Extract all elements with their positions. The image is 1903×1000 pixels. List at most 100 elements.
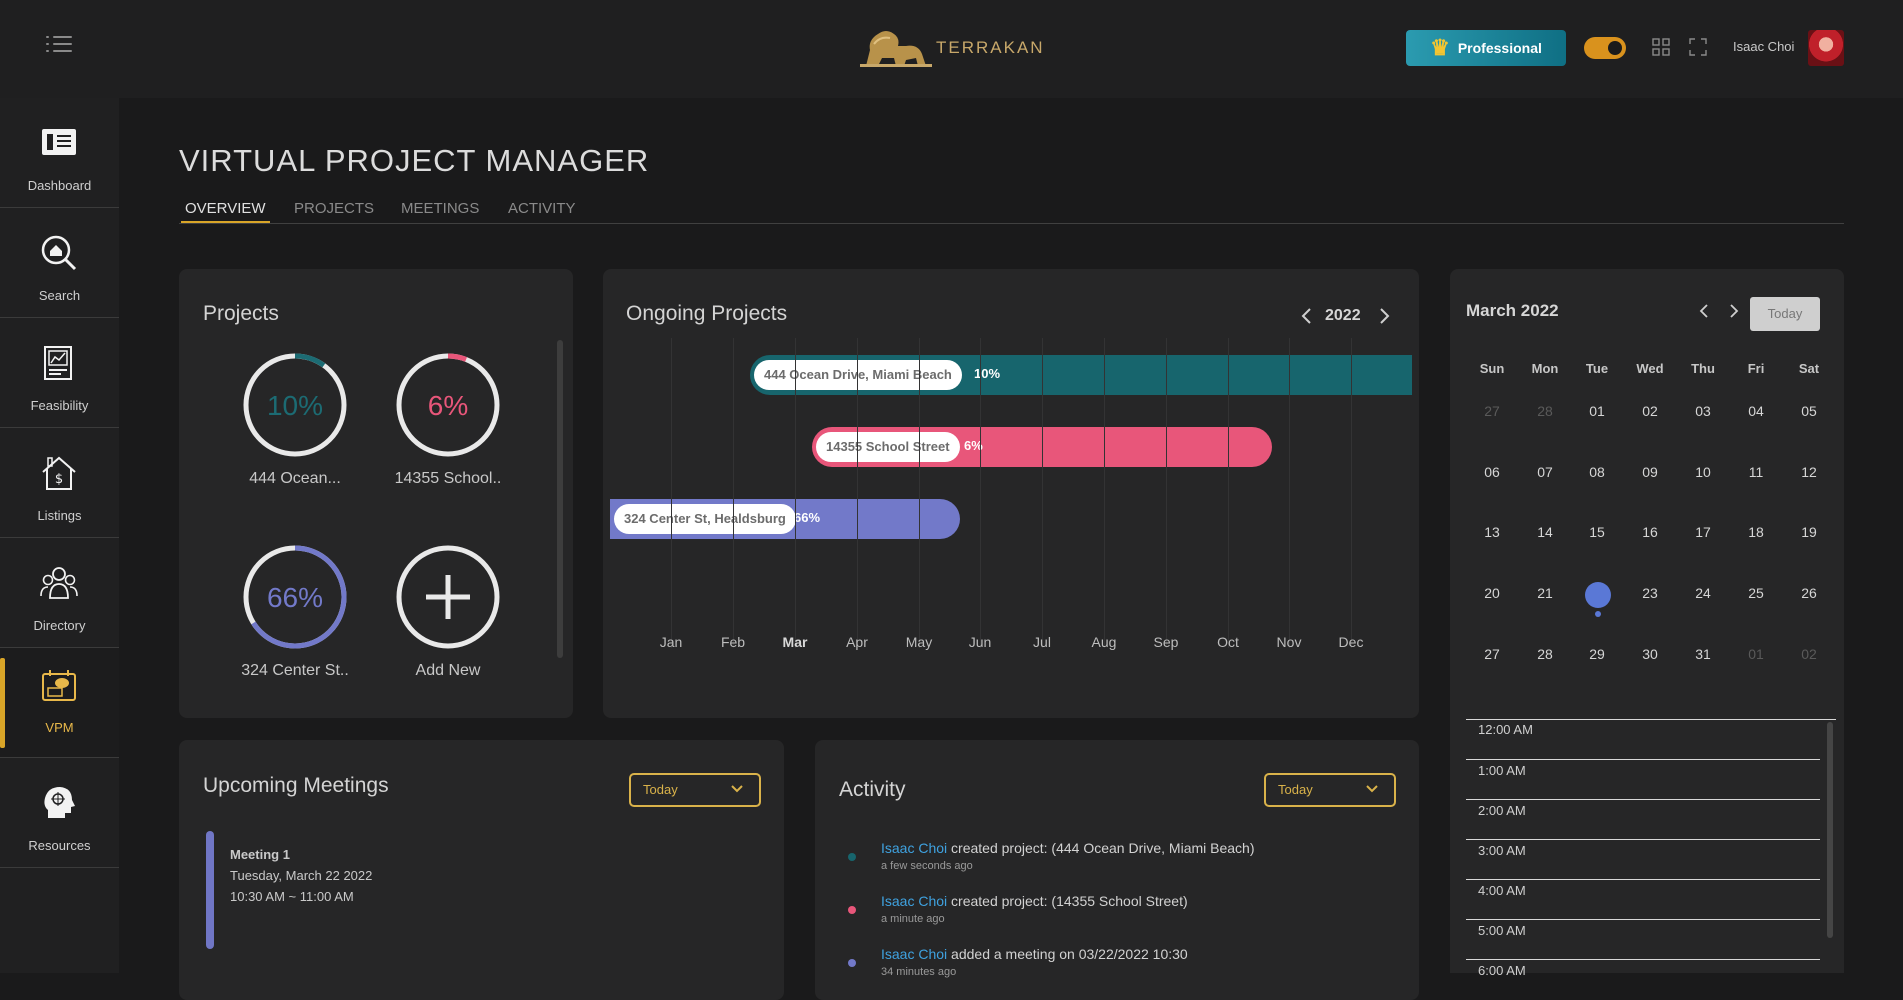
- tab-projects[interactable]: PROJECTS: [294, 200, 374, 217]
- brand-logo[interactable]: TERRAKAN: [860, 26, 1045, 70]
- calendar-day-outside[interactable]: 02: [1789, 646, 1829, 662]
- activity-user-link[interactable]: Isaac Choi: [881, 893, 947, 909]
- fullscreen-icon[interactable]: [1689, 38, 1707, 56]
- user-name[interactable]: Isaac Choi: [1733, 39, 1794, 54]
- avatar[interactable]: [1808, 30, 1844, 66]
- activity-text: created project: (444 Ocean Drive, Miami…: [951, 840, 1255, 856]
- calendar-day[interactable]: 25: [1736, 585, 1776, 601]
- ongoing-projects-title: Ongoing Projects: [626, 302, 788, 325]
- calendar-day[interactable]: 02: [1630, 403, 1670, 419]
- brand-name: TERRAKAN: [936, 38, 1045, 57]
- time-slot[interactable]: 3:00 AM: [1466, 839, 1820, 879]
- calendar-day[interactable]: 10: [1683, 464, 1723, 480]
- project-timeline-bar[interactable]: 324 Center St, Healdsburg 66%: [610, 499, 960, 539]
- ring-percent: 10%: [267, 390, 323, 421]
- sidebar-item-resources[interactable]: Resources: [0, 758, 119, 868]
- calendar-day[interactable]: 23: [1630, 585, 1670, 601]
- calendar-day-outside[interactable]: 01: [1736, 646, 1776, 662]
- ongoing-projects-card: [603, 269, 1419, 718]
- calendar-day[interactable]: 15: [1577, 524, 1617, 540]
- calendar-day[interactable]: 11: [1736, 464, 1776, 480]
- calendar-day[interactable]: 04: [1736, 403, 1776, 419]
- activity-user-link[interactable]: Isaac Choi: [881, 840, 947, 856]
- weekday-header: Wed: [1636, 361, 1664, 376]
- weekday-header: Sat: [1798, 361, 1820, 376]
- calendar-day[interactable]: 03: [1683, 403, 1723, 419]
- sidebar-item-directory[interactable]: Directory: [0, 538, 119, 648]
- time-slot[interactable]: 6:00 AM: [1466, 959, 1820, 999]
- calendar-day[interactable]: 19: [1789, 524, 1829, 540]
- meetings-filter-dropdown[interactable]: Today: [629, 773, 761, 807]
- calendar-next-icon[interactable]: [1728, 303, 1740, 319]
- tab-meetings[interactable]: MEETINGS: [401, 200, 479, 217]
- page-title: VIRTUAL PROJECT MANAGER: [179, 143, 650, 178]
- calendar-day[interactable]: 28: [1525, 646, 1565, 662]
- chevron-right-icon[interactable]: [1377, 307, 1391, 325]
- calendar-day[interactable]: 13: [1472, 524, 1512, 540]
- sidebar-item-feasibility[interactable]: Feasibility: [0, 318, 119, 428]
- activity-filter-dropdown[interactable]: Today: [1264, 773, 1396, 807]
- project-progress-ring[interactable]: 10%: [240, 350, 350, 460]
- tab-activity[interactable]: ACTIVITY: [508, 200, 576, 217]
- calendar-day[interactable]: 27: [1472, 646, 1512, 662]
- calendar-day[interactable]: 14: [1525, 524, 1565, 540]
- time-slot[interactable]: 5:00 AM: [1466, 919, 1820, 959]
- timeline-scrollbar[interactable]: [1827, 722, 1833, 938]
- project-progress-ring[interactable]: 6%: [393, 350, 503, 460]
- add-project-button[interactable]: [393, 542, 503, 652]
- calendar-day[interactable]: 09: [1630, 464, 1670, 480]
- professional-plan-button[interactable]: ♛ Professional: [1406, 30, 1566, 66]
- calendar-day-outside[interactable]: 28: [1525, 403, 1565, 419]
- project-name: 324 Center St..: [241, 662, 349, 679]
- calendar-day[interactable]: 31: [1683, 646, 1723, 662]
- meeting-time: 10:30 AM ~ 11:00 AM: [230, 889, 354, 904]
- sidebar-item-search[interactable]: Search: [0, 208, 119, 318]
- calendar-day[interactable]: 16: [1630, 524, 1670, 540]
- calendar-day[interactable]: 08: [1577, 464, 1617, 480]
- projects-scrollbar[interactable]: [557, 340, 563, 658]
- calendar-prev-icon[interactable]: [1698, 303, 1710, 319]
- calendar-day[interactable]: 29: [1577, 646, 1617, 662]
- activity-text: added a meeting on 03/22/2022 10:30: [951, 946, 1188, 962]
- calendar-day[interactable]: 01: [1577, 403, 1617, 419]
- calendar-today-button[interactable]: Today: [1750, 297, 1820, 331]
- calendar-day-outside[interactable]: 27: [1472, 403, 1512, 419]
- timeline-grid-line: [1289, 338, 1290, 648]
- activity-user-link[interactable]: Isaac Choi: [881, 946, 947, 962]
- project-name: 14355 School..: [394, 470, 502, 487]
- tab-overview[interactable]: OVERVIEW: [181, 200, 270, 223]
- timeline-grid-line: [919, 338, 920, 648]
- calendar-day[interactable]: 17: [1683, 524, 1723, 540]
- time-slot-label: 3:00 AM: [1478, 843, 1526, 858]
- calendar-day[interactable]: 20: [1472, 585, 1512, 601]
- calendar-day[interactable]: 05: [1789, 403, 1829, 419]
- chevron-left-icon[interactable]: [1300, 307, 1314, 325]
- calendar-day[interactable]: 21: [1525, 585, 1565, 601]
- theme-toggle[interactable]: [1584, 37, 1626, 59]
- calendar-day[interactable]: 07: [1525, 464, 1565, 480]
- calendar-day[interactable]: 24: [1683, 585, 1723, 601]
- calendar-day[interactable]: 06: [1472, 464, 1512, 480]
- chevron-down-icon: [1366, 785, 1378, 793]
- chevron-down-icon: [731, 785, 743, 793]
- calendar-day[interactable]: 30: [1630, 646, 1670, 662]
- meeting-item[interactable]: Meeting 1 Tuesday, March 22 2022 10:30 A…: [205, 831, 745, 949]
- menu-toggle-icon[interactable]: [44, 34, 74, 58]
- project-timeline-bar[interactable]: 444 Ocean Drive, Miami Beach 10%: [750, 355, 1412, 395]
- time-slot[interactable]: 2:00 AM: [1466, 799, 1820, 839]
- sidebar-item-dashboard[interactable]: Dashboard: [0, 98, 119, 208]
- time-slot[interactable]: 12:00 AM: [1466, 719, 1820, 759]
- calendar-day[interactable]: 12: [1789, 464, 1829, 480]
- event-dot: [1595, 611, 1601, 617]
- month-label: Sep: [1153, 634, 1179, 650]
- calendar-day[interactable]: 18: [1736, 524, 1776, 540]
- month-label: Aug: [1091, 634, 1117, 650]
- grid-view-icon[interactable]: [1652, 38, 1670, 56]
- project-progress-ring[interactable]: 66%: [240, 542, 350, 652]
- time-slot[interactable]: 1:00 AM: [1466, 759, 1820, 799]
- calendar-day[interactable]: 26: [1789, 585, 1829, 601]
- timeline-grid-line: [733, 338, 734, 648]
- time-slot[interactable]: 4:00 AM: [1466, 879, 1820, 919]
- sidebar-item-listings[interactable]: $ Listings: [0, 428, 119, 538]
- sidebar-item-vpm[interactable]: VPM: [0, 648, 119, 758]
